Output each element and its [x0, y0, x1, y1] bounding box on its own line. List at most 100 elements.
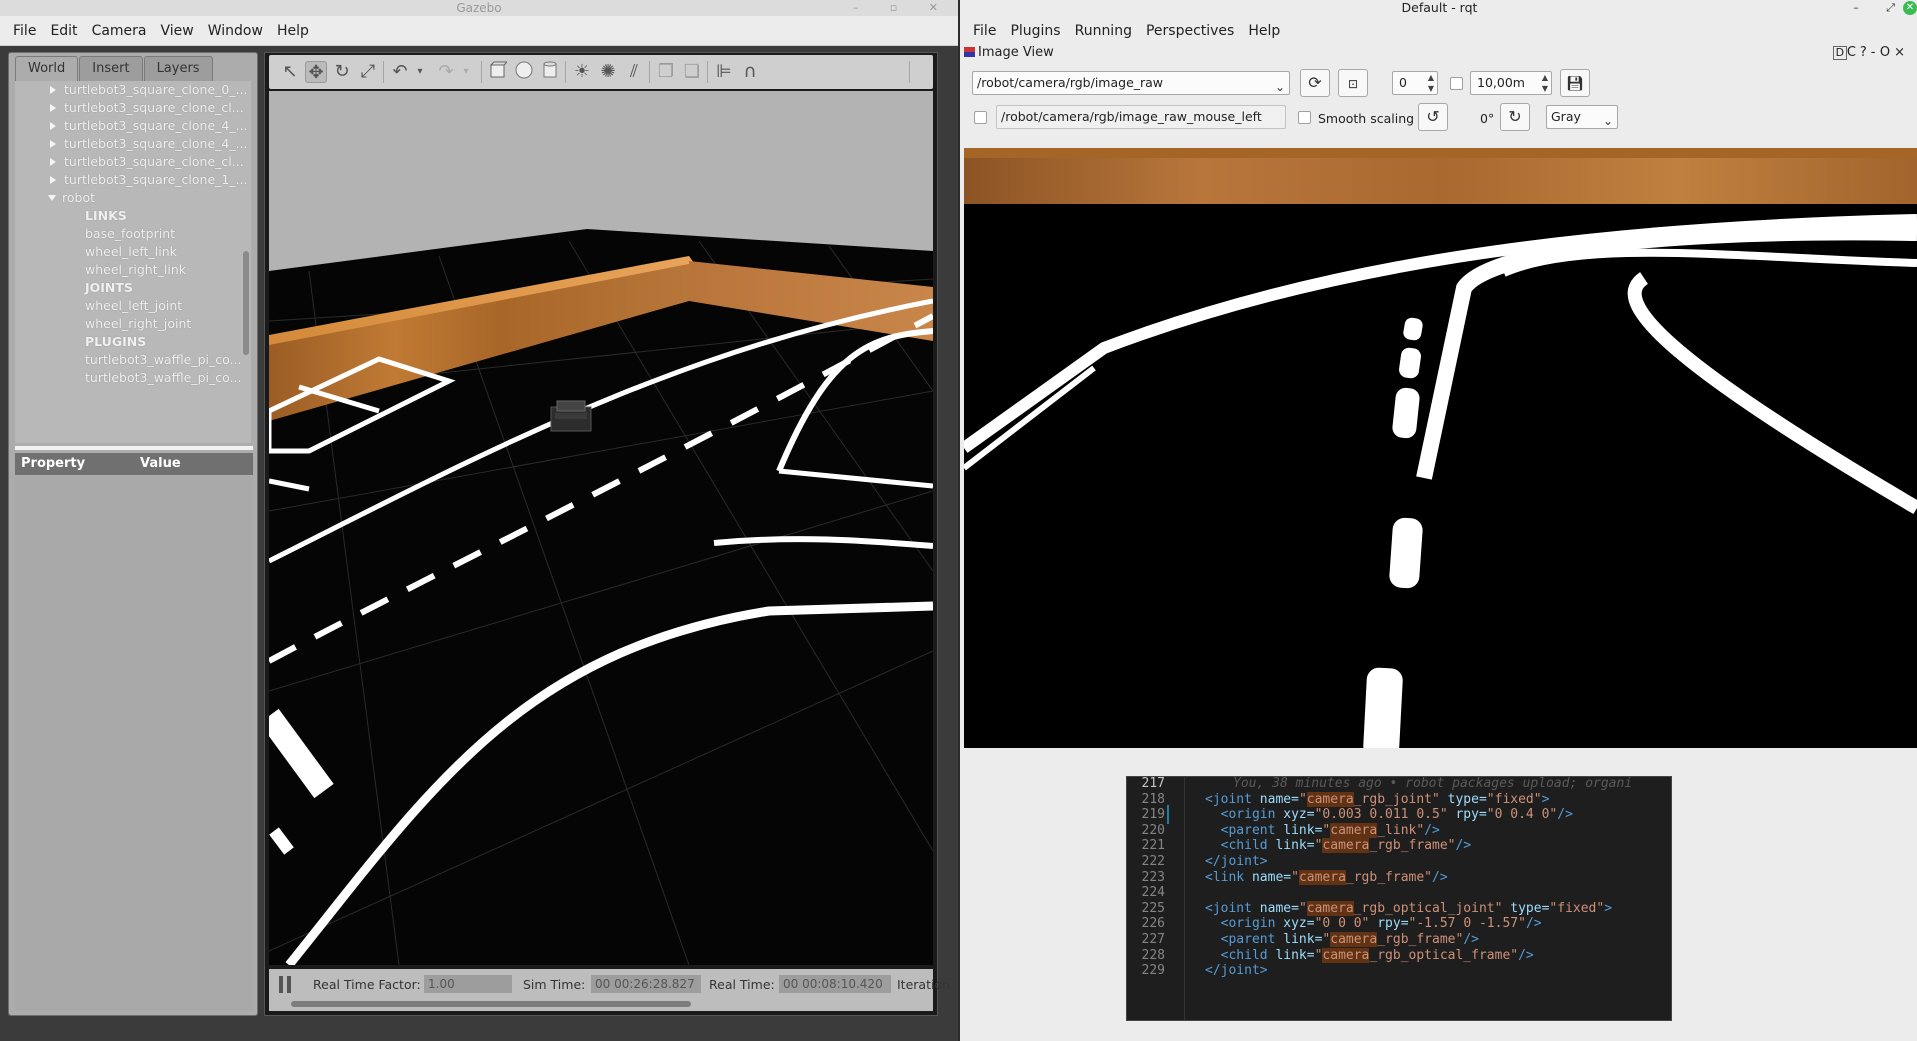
tree-item-label: wheel_right_link: [85, 262, 186, 277]
float-plugin-icon[interactable]: O: [1880, 45, 1894, 60]
gazebo-scene-graphic: [269, 91, 933, 965]
topic-select[interactable]: /robot/camera/rgb/image_raw ⌄: [972, 71, 1290, 95]
color-scheme-select[interactable]: Gray ⌄: [1546, 105, 1618, 129]
world-panel: World Insert Layers turtlebot3_square_clon…: [8, 52, 258, 1016]
chevron-down-icon: ⌄: [1602, 114, 1613, 128]
redo-icon[interactable]: ↷: [435, 61, 457, 83]
topic-select-value: /robot/camera/rgb/image_raw: [977, 75, 1164, 90]
spot-light-icon[interactable]: ✺: [597, 61, 619, 83]
box-icon[interactable]: [487, 61, 509, 83]
smooth-scaling-label: Smooth scaling: [1318, 111, 1415, 126]
tree-item[interactable]: JOINTS: [15, 279, 251, 297]
camera-image-view[interactable]: [964, 148, 1917, 748]
max-range-value: 10,00m: [1477, 75, 1525, 90]
gazebo-menu-edit[interactable]: Edit: [43, 16, 84, 46]
minimize-plugin-icon[interactable]: -: [1871, 45, 1880, 60]
tab-world[interactable]: World: [15, 56, 79, 81]
rotate-right-button[interactable]: ↻: [1500, 103, 1530, 131]
directional-light-icon[interactable]: ⫽: [623, 61, 645, 83]
render-viewport-frame: ↖ ✥ ↻ ⤢ ↶ ▾ ↷ ▾ ☀ ✺ ⫽ ❐ ❏ ⊫ ∩ Real Time …: [264, 52, 950, 1016]
reload-plugin-icon[interactable]: C: [1847, 45, 1860, 60]
dock-icon[interactable]: D: [1832, 46, 1847, 60]
tree-item[interactable]: turtlebot3_square_clone_cl...: [15, 99, 251, 117]
gazebo-menu-camera[interactable]: Camera: [85, 16, 154, 46]
pause-button[interactable]: [279, 976, 293, 993]
copy-icon[interactable]: ❐: [655, 61, 677, 83]
3d-render-view[interactable]: [269, 91, 933, 965]
rqt-menu-file[interactable]: File: [966, 16, 1003, 46]
world-tree[interactable]: turtlebot3_square_clone_0_... turtlebot3_…: [15, 81, 251, 443]
property-table-header: Property Value: [15, 453, 253, 475]
point-light-icon[interactable]: ☀: [571, 61, 593, 83]
tab-insert[interactable]: Insert: [79, 56, 143, 81]
close-icon[interactable]: ✕: [1903, 1, 1917, 15]
gazebo-menu-view[interactable]: View: [154, 16, 201, 46]
rqt-menu-plugins[interactable]: Plugins: [1003, 16, 1067, 46]
rotate-cw-icon: ↻: [1508, 107, 1522, 126]
chevron-down-icon: ⌄: [1274, 80, 1285, 94]
tab-layers[interactable]: Layers: [143, 56, 213, 81]
value-spinbox[interactable]: 0 ▲ ▼: [1392, 71, 1438, 95]
save-image-button[interactable]: 💾︎: [1560, 69, 1590, 97]
gazebo-toolbar: ↖ ✥ ↻ ⤢ ↶ ▾ ↷ ▾ ☀ ✺ ⫽ ❐ ❏ ⊫ ∩: [269, 55, 933, 89]
code-editor-overlay[interactable]: 217 You, 38 minutes ago • robot packages …: [1126, 776, 1672, 1021]
tree-item[interactable]: turtlebot3_square_clone_cl...: [15, 153, 251, 171]
undo-icon[interactable]: ↶: [389, 61, 411, 83]
rqt-menu-help[interactable]: Help: [1241, 16, 1287, 46]
tree-item[interactable]: turtlebot3_waffle_pi_co...: [15, 351, 251, 369]
help-icon[interactable]: ?: [1860, 45, 1871, 60]
snap-icon[interactable]: ∩: [739, 61, 761, 83]
tree-item[interactable]: LINKS: [15, 207, 251, 225]
gazebo-menu-window[interactable]: Window: [201, 16, 270, 46]
zoom-1-button[interactable]: ⊡: [1338, 69, 1368, 97]
gazebo-titlebar: Gazebo – ▫ ✕: [0, 0, 958, 16]
code-token: </joint>: [1205, 963, 1268, 979]
tree-item[interactable]: PLUGINS: [15, 333, 251, 351]
align-icon[interactable]: ⊫: [713, 61, 735, 83]
close-plugin-icon[interactable]: ×: [1894, 45, 1909, 60]
tree-item[interactable]: turtlebot3_square_clone_4_...: [15, 135, 251, 153]
rotate-icon[interactable]: ↻: [331, 61, 353, 83]
rotate-left-button[interactable]: ↺: [1418, 103, 1448, 131]
mouse-topic-field[interactable]: /robot/camera/rgb/image_raw_mouse_left: [996, 105, 1286, 129]
statusbar-scrollbar[interactable]: [291, 1001, 691, 1007]
tree-item[interactable]: wheel_left_joint: [15, 297, 251, 315]
tree-item[interactable]: wheel_right_joint: [15, 315, 251, 333]
smooth-scaling-checkbox[interactable]: [1298, 111, 1311, 124]
tree-item[interactable]: turtlebot3_square_clone_0_...: [15, 81, 251, 99]
gazebo-menu-help[interactable]: Help: [270, 16, 316, 46]
translate-icon[interactable]: ✥: [305, 61, 327, 83]
tree-item[interactable]: turtlebot3_waffle_pi_co...: [15, 369, 251, 387]
max-range-checkbox[interactable]: [1450, 77, 1463, 90]
tree-item[interactable]: turtlebot3_square_clone_1_...: [15, 171, 251, 189]
tree-item[interactable]: robot: [15, 189, 251, 207]
select-arrow-icon[interactable]: ↖: [279, 61, 301, 83]
tree-item[interactable]: wheel_right_link: [15, 261, 251, 279]
line-number: 229: [1141, 963, 1165, 979]
property-column-header: Property: [21, 456, 86, 471]
tree-item[interactable]: wheel_left_link: [15, 243, 251, 261]
tree-item-label: wheel_right_joint: [85, 316, 192, 331]
gazebo-window: Gazebo – ▫ ✕ File Edit Camera View Window Hel…: [0, 0, 958, 1041]
paste-icon[interactable]: ❏: [681, 61, 703, 83]
tree-scrollbar[interactable]: [243, 251, 249, 355]
tree-item[interactable]: base_footprint: [15, 225, 251, 243]
tree-item[interactable]: turtlebot3_square_clone_4_...: [15, 117, 251, 135]
max-range-spinbox[interactable]: 10,00m ▲ ▼: [1470, 71, 1552, 95]
gazebo-menu-file[interactable]: File: [6, 16, 43, 46]
redo-dropdown-icon[interactable]: ▾: [455, 61, 477, 83]
rqt-window-controls[interactable]: – ⤢: [1853, 0, 1907, 16]
publish-click-checkbox[interactable]: [974, 111, 987, 124]
cylinder-icon[interactable]: [539, 61, 561, 83]
image-view-title: Image View: [964, 45, 1054, 60]
real-time-value: 00 00:08:10.420: [779, 975, 891, 993]
sphere-icon[interactable]: [513, 61, 535, 83]
refresh-topics-button[interactable]: ⟳: [1300, 69, 1330, 97]
gazebo-window-controls[interactable]: – ▫ ✕: [853, 0, 952, 16]
rqt-menu-running[interactable]: Running: [1068, 16, 1139, 46]
undo-dropdown-icon[interactable]: ▾: [409, 61, 431, 83]
tree-item-label: wheel_left_link: [85, 244, 177, 259]
scale-icon[interactable]: ⤢: [357, 61, 379, 83]
panel-splitter[interactable]: [15, 446, 253, 450]
rqt-menu-perspectives[interactable]: Perspectives: [1139, 16, 1241, 46]
